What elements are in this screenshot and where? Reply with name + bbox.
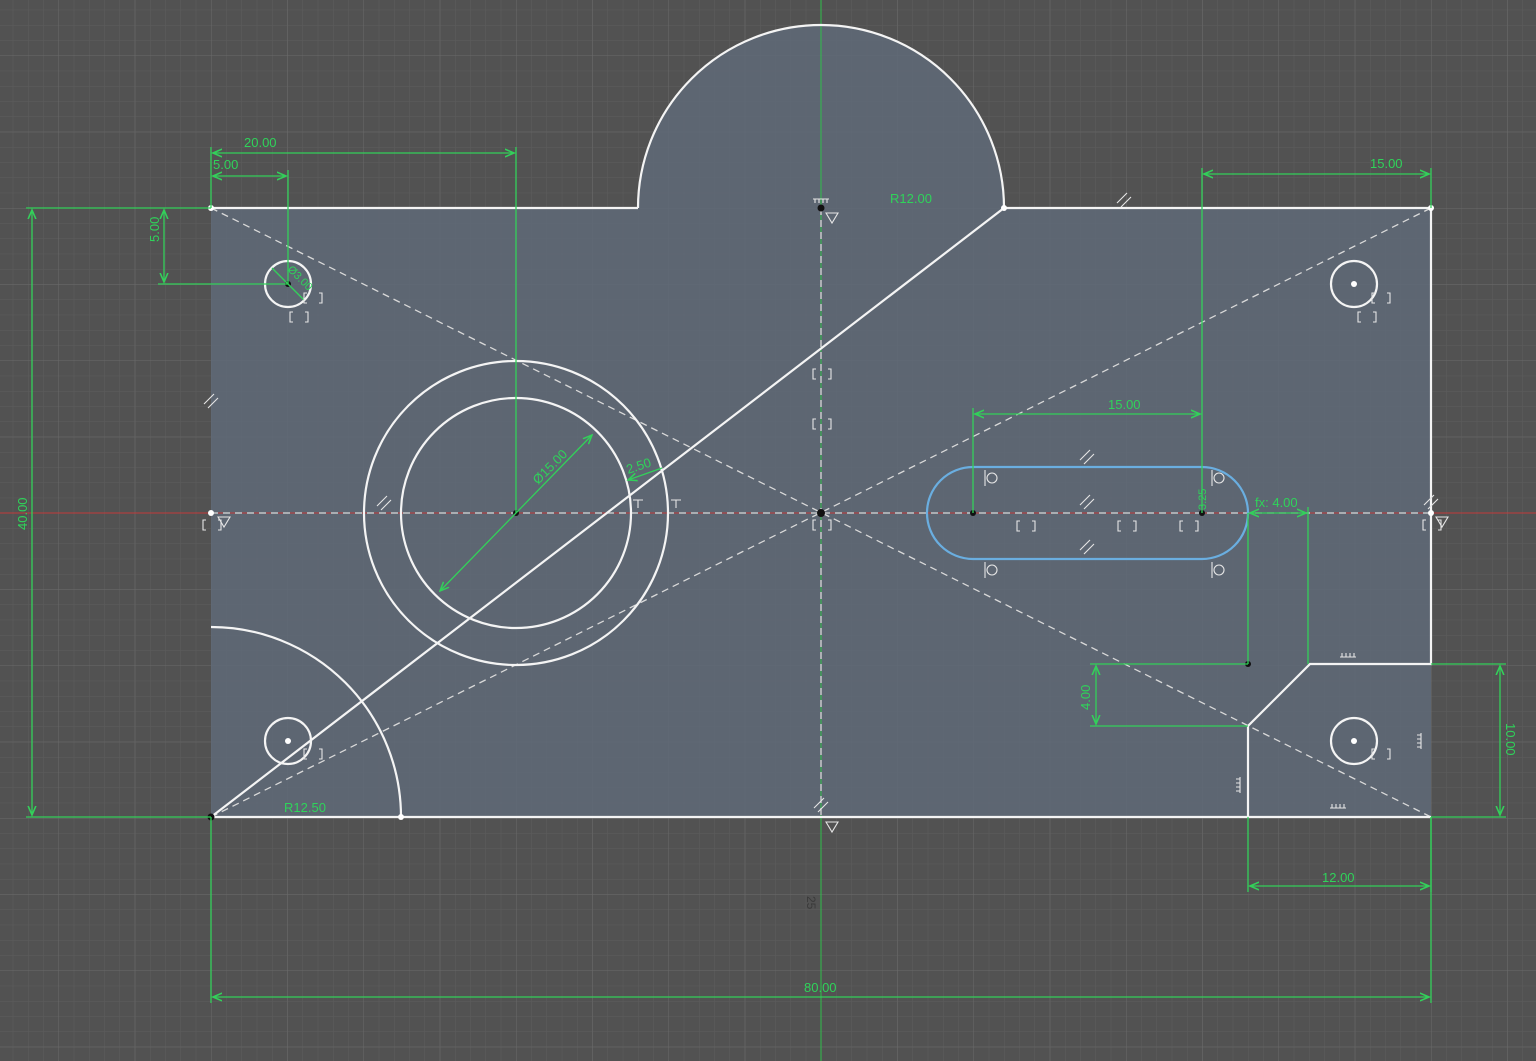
dim-corner-block-height: 10.00 [1503,723,1518,756]
dim-corner-block-width: 12.00 [1322,870,1355,885]
dim-corner-radius: R12.50 [284,800,326,815]
dim-width-total: 80.00 [804,980,837,995]
dim-notch-height: 4.00 [1078,685,1093,710]
dim-slot-radius: 3.25 [1197,489,1209,510]
dim-center-offset[interactable]: 25 [804,896,818,910]
dim-top-right-offset: 15.00 [1370,156,1403,171]
dim-hole-offset-x: 20.00 [244,135,277,150]
sketch-canvas[interactable]: 80.00 40.00 20.00 5.00 5.00 Ø3.00 15.00 … [0,0,1536,1061]
dim-slot-length: 15.00 [1108,397,1141,412]
dim-slot-offset: fx: 4.00 [1255,495,1298,510]
dim-small-hole-x: 5.00 [213,157,238,172]
dim-top-arc-radius: R12.00 [890,191,932,206]
dim-small-hole-y: 5.00 [147,217,162,242]
dim-height-total: 40.00 [15,497,30,530]
